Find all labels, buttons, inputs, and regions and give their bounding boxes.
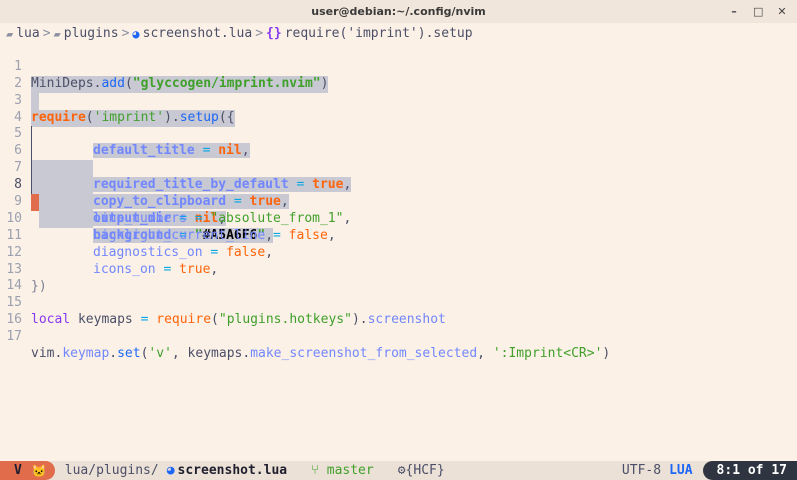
breadcrumb-symbol[interactable]: {} require('imprint').setup [266, 26, 473, 41]
braces-icon: {} [266, 26, 282, 41]
statusline: V 🐱 lua/plugins/ ◕ screenshot.lua ⑂ mast… [0, 461, 797, 480]
breadcrumb-separator: > [255, 26, 264, 41]
code-text: vim.keymap.set('v', keymaps.make_screens… [31, 346, 611, 362]
breadcrumb-folder-plugins[interactable]: ▰ plugins [54, 26, 119, 41]
breadcrumb-folder-lua[interactable]: ▰ lua [0, 26, 40, 41]
close-icon[interactable]: ✕ [777, 5, 787, 18]
window-controls: – □ ✕ [729, 0, 787, 23]
code-line[interactable]: 13 }) [0, 245, 797, 294]
code-line[interactable]: 2 [0, 59, 797, 110]
minimize-icon[interactable]: – [729, 5, 739, 18]
code-line[interactable]: 7 output_dir = nil, [0, 143, 797, 226]
status-filename: screenshot.lua [177, 463, 288, 478]
gear-icon: ⚙ [397, 463, 406, 478]
editor-buffer[interactable]: 1 MiniDeps.add("glyccogen/imprint.nvim")… [0, 42, 797, 361]
code-line[interactable]: 4 default_title = nil, [0, 93, 797, 178]
lsp-status[interactable]: ⚙{HCF} [398, 463, 445, 478]
git-branch-icon: ⑂ [311, 463, 327, 478]
cursor-position: 8:1 of 17 [702, 461, 797, 480]
code-line[interactable]: 9 line_numbers = "absolute_from_1", [0, 177, 797, 226]
breadcrumb: ▰ lua > ▰ plugins > ◕ screenshot.lua > {… [0, 25, 797, 42]
code-line[interactable]: 3 require('imprint').setup({ [0, 76, 797, 127]
window-title: user@debian:~/.config/nvim [311, 5, 486, 18]
lua-icon: ◕ [132, 26, 140, 41]
code-line[interactable]: 11 diagnostics_on = false, [0, 211, 797, 260]
code-line[interactable]: 14 [0, 262, 797, 293]
code-line[interactable]: 12 icons_on = true, [0, 228, 797, 277]
breadcrumb-separator: > [121, 26, 130, 41]
window-titlebar: user@debian:~/.config/nvim – □ ✕ [0, 0, 797, 23]
code-line[interactable]: 6 copy_to_clipboard = true, [0, 126, 797, 210]
breadcrumb-separator: > [42, 26, 51, 41]
maximize-icon[interactable]: □ [753, 5, 763, 18]
lua-icon: ◕ [166, 463, 175, 478]
mode-indicator: V 🐱 [0, 461, 55, 480]
code-line[interactable]: 17 vim.keymap.set('v', keymaps.make_scre… [0, 312, 797, 361]
folder-icon: ▰ [53, 26, 61, 41]
code-line[interactable]: 1 MiniDeps.add("glyccogen/imprint.nvim") [0, 42, 797, 93]
code-line[interactable]: 16 [0, 295, 797, 327]
code-line[interactable]: 5 required_title_by_default = true, [0, 110, 797, 193]
git-branch[interactable]: ⑂ master [311, 463, 374, 478]
status-right: UTF-8 LUA 8:1 of 17 [622, 461, 797, 480]
cat-icon: 🐱 [31, 463, 47, 478]
file-type: LUA [669, 463, 693, 478]
code-line[interactable]: 10 highlight_current_line = false, [0, 194, 797, 243]
code-line[interactable]: 15 local keymaps = require("plugins.hotk… [0, 278, 797, 327]
code-line[interactable]: 8 background = "#A5A6F6", [0, 160, 797, 243]
status-path: lua/plugins/ [64, 463, 159, 478]
breadcrumb-file[interactable]: ◕ screenshot.lua [132, 26, 252, 41]
file-encoding: UTF-8 [621, 463, 662, 478]
line-number: 17 [6, 329, 22, 345]
folder-icon: ▰ [6, 26, 14, 41]
